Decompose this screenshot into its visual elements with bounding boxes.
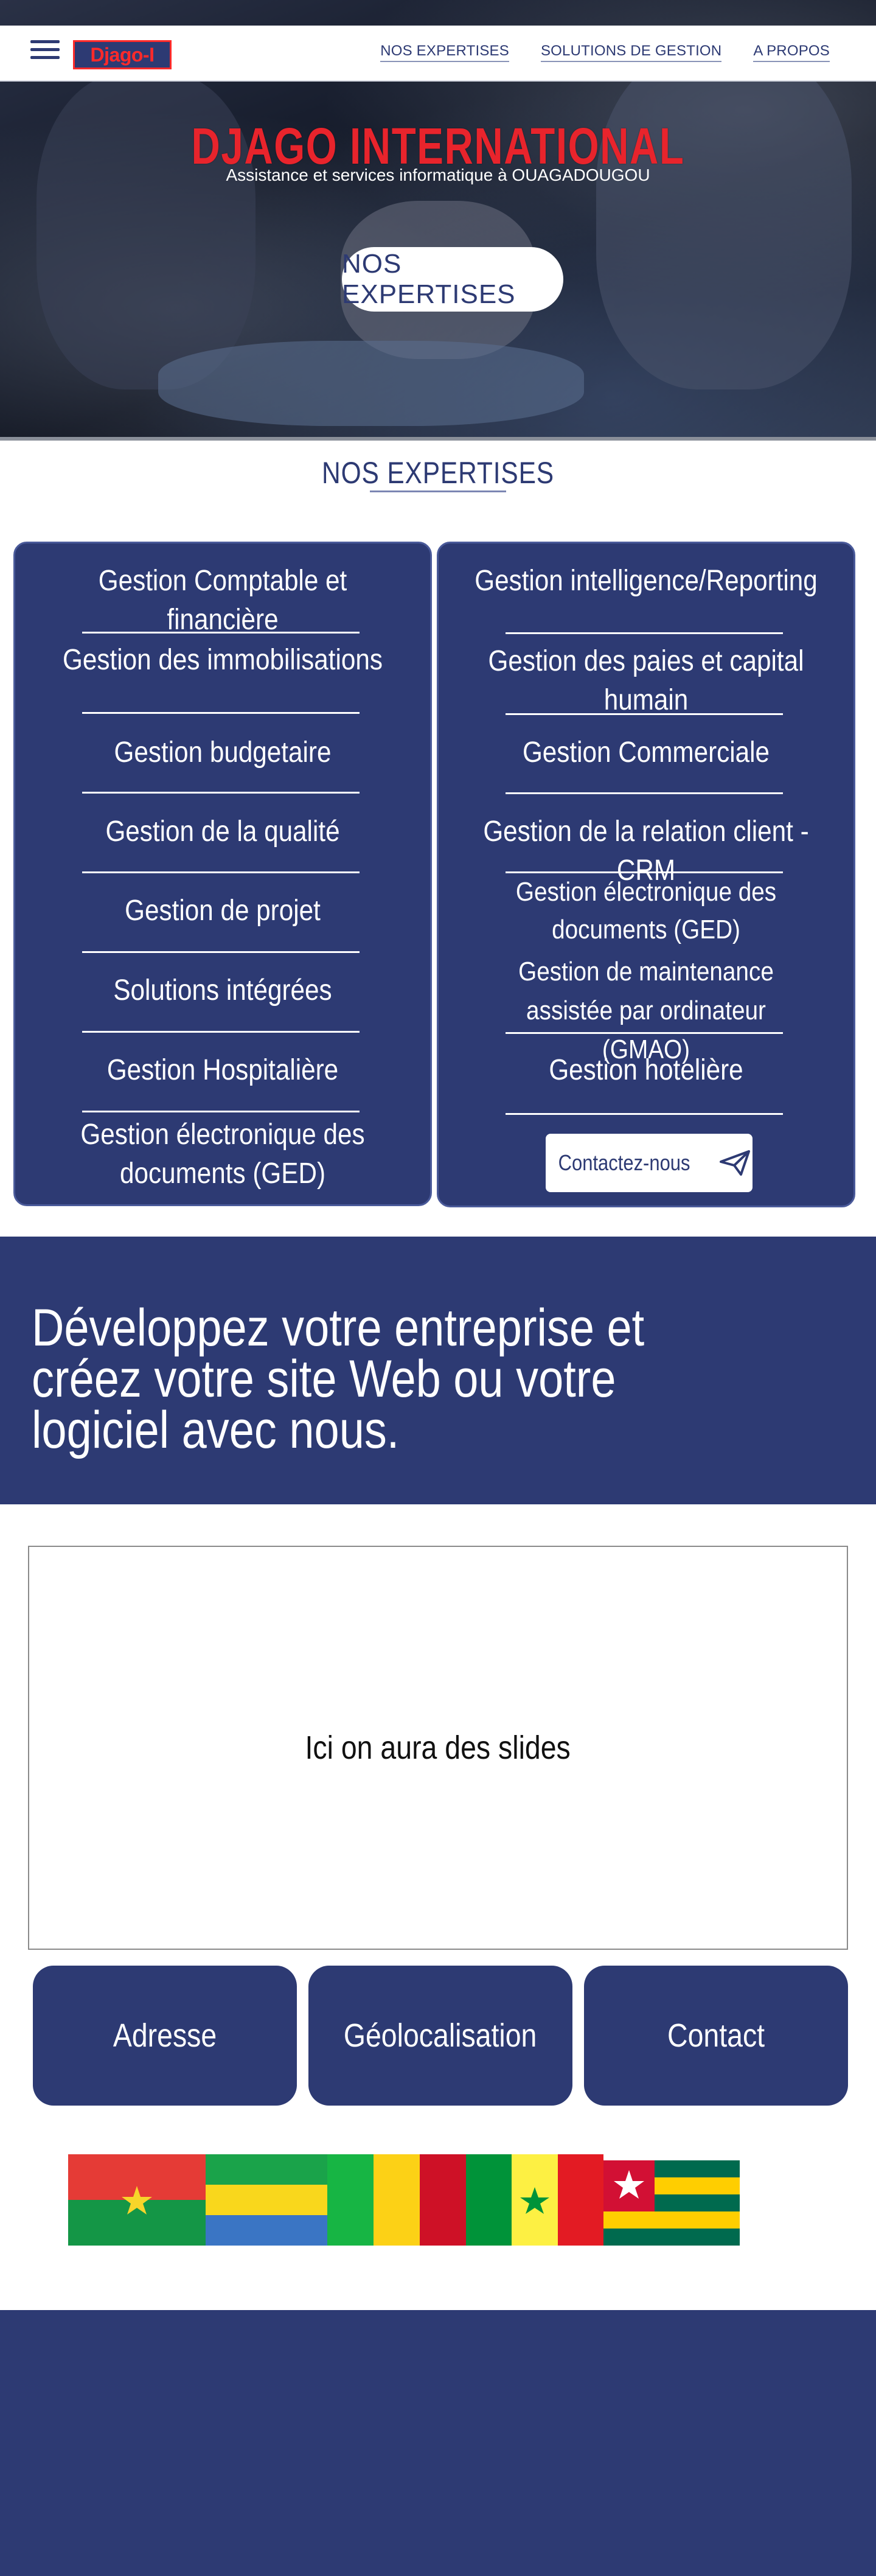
gabon-flag: [206, 2154, 327, 2246]
divider: [506, 1113, 783, 1115]
promo-banner: Développez votre entreprise et créez vot…: [0, 1237, 876, 1504]
divider: [82, 1031, 360, 1033]
expertise-item[interactable]: Gestion Hospitalière: [40, 1051, 405, 1090]
address-label: Adresse: [113, 2017, 217, 2054]
hero-subtitle: Assistance et services informatique à OU…: [226, 166, 650, 184]
mali-flag: [327, 2154, 466, 2246]
divider: [82, 632, 360, 634]
logo[interactable]: Djago-I: [73, 40, 172, 69]
contact-us-button[interactable]: Contactez-nous: [546, 1134, 753, 1192]
divider: [82, 792, 360, 794]
expertise-item[interactable]: Gestion des paies et capital humain: [464, 642, 829, 720]
nav-link-solutions[interactable]: SOLUTIONS DE GESTION: [540, 43, 722, 62]
slides-placeholder-text: Ici on aura des slides: [305, 1730, 571, 1766]
expertise-item[interactable]: Gestion des immobilisations: [40, 641, 405, 680]
expertise-item[interactable]: Gestion de la qualité: [40, 812, 405, 851]
expertise-item[interactable]: Gestion intelligence/Reporting: [464, 562, 829, 601]
expertise-item[interactable]: Gestion Commerciale: [464, 733, 829, 772]
divider: [82, 1111, 360, 1112]
expertise-item[interactable]: Gestion Comptable et financière: [40, 562, 405, 640]
geolocation-button[interactable]: Géolocalisation: [308, 1966, 572, 2106]
divider: [82, 871, 360, 873]
divider: [506, 1032, 783, 1034]
divider: [82, 712, 360, 714]
expertise-card-left: Gestion Comptable et financière Gestion …: [13, 542, 432, 1206]
expertise-card-right: Gestion intelligence/Reporting Gestion d…: [437, 542, 855, 1207]
expertise-item[interactable]: Gestion de projet: [40, 892, 405, 930]
expertise-item[interactable]: Gestion budgetaire: [40, 733, 405, 772]
contact-label: Contact: [667, 2017, 765, 2054]
section-title-underline: [370, 490, 506, 492]
hero-divider: [0, 437, 876, 441]
nav-links: NOS EXPERTISES SOLUTIONS DE GESTION A PR…: [380, 43, 830, 62]
divider: [506, 632, 783, 634]
togo-flag: [603, 2160, 740, 2246]
divider: [506, 713, 783, 715]
divider: [506, 792, 783, 794]
banner-text: Développez votre entreprise et créez vot…: [32, 1299, 645, 1459]
hero-expertises-button[interactable]: NOS EXPERTISES: [342, 247, 563, 312]
nav-link-apropos[interactable]: A PROPOS: [753, 43, 830, 62]
expertise-item[interactable]: Gestion hotelière: [464, 1051, 829, 1090]
nav-link-expertises[interactable]: NOS EXPERTISES: [380, 43, 509, 62]
send-icon: [720, 1150, 751, 1176]
contact-button[interactable]: Contact: [584, 1966, 848, 2106]
geolocation-label: Géolocalisation: [344, 2017, 537, 2054]
expertise-item[interactable]: Solutions intégrées: [40, 971, 405, 1010]
burkina-faso-flag: [68, 2154, 206, 2246]
address-button[interactable]: Adresse: [33, 1966, 297, 2106]
divider: [82, 951, 360, 953]
menu-icon[interactable]: [30, 40, 60, 62]
navbar: Djago-I NOS EXPERTISES SOLUTIONS DE GEST…: [0, 26, 876, 82]
section-title-expertises: NOS EXPERTISES: [322, 456, 554, 490]
expertise-item[interactable]: Gestion électronique des documents (GED): [40, 1115, 405, 1193]
expertise-item[interactable]: Gestion électronique des documents (GED): [464, 873, 829, 949]
flags-strip: [68, 2154, 740, 2246]
slides-placeholder: Ici on aura des slides: [28, 1546, 848, 1950]
contact-us-label: Contactez-nous: [558, 1150, 690, 1175]
footer: [0, 2310, 876, 2576]
senegal-flag: [466, 2154, 603, 2246]
